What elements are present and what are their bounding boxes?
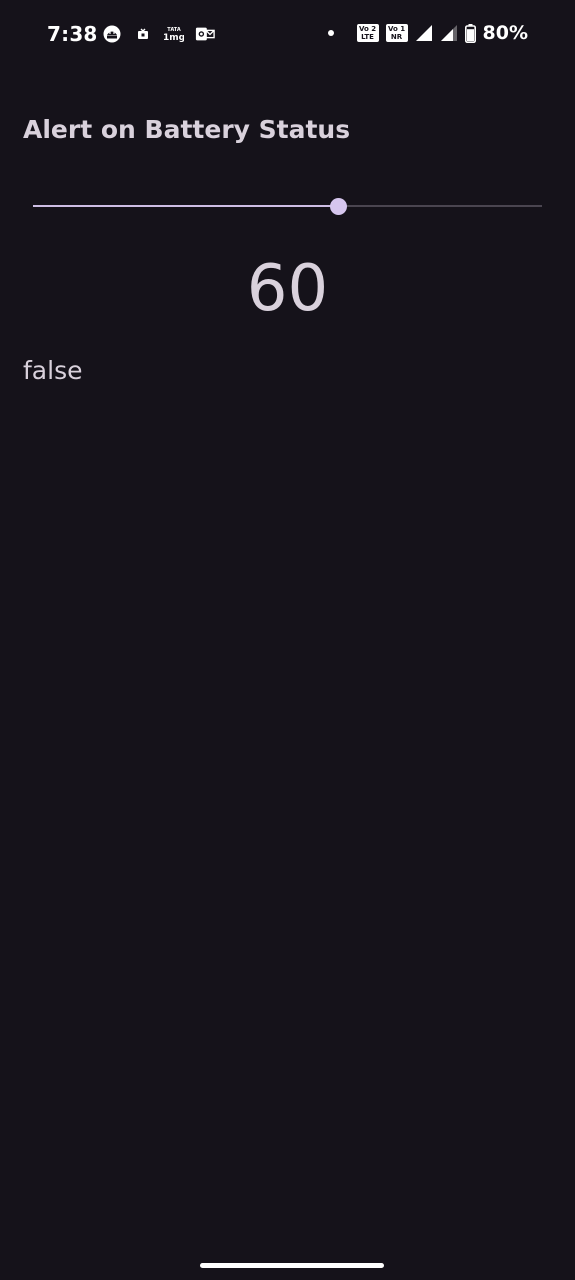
battery-percentage: 80% (482, 22, 528, 44)
system-status-icons: Vo 2 LTE Vo 1 NR 80% (327, 22, 528, 44)
media-icon (133, 24, 153, 44)
vonr-1-top-label: Vo 1 (387, 25, 406, 33)
slider-value-display: 60 (246, 252, 329, 326)
status-time: 7:38 (47, 22, 98, 46)
slider-active-track[interactable] (33, 205, 339, 207)
app-screen: 7:38 TATA 1mg Vo 2 LTE Vo 1 NR 80% Alert… (0, 0, 575, 1280)
vonr-1-bottom-label: NR (390, 33, 403, 41)
alert-status-text: false (23, 356, 83, 385)
status-bar: 7:38 TATA 1mg Vo 2 LTE Vo 1 NR 80% (0, 0, 575, 68)
home-gesture-bar[interactable] (200, 1263, 384, 1268)
android-app-icon (102, 24, 122, 44)
svg-text:1mg: 1mg (164, 33, 184, 43)
signal-strength-1-icon (415, 24, 433, 42)
signal-strength-2-icon (440, 24, 458, 42)
outlook-icon (195, 24, 215, 44)
battery-icon (464, 23, 476, 43)
notification-dot-icon (327, 30, 334, 36)
volte-2-top-label: Vo 2 (358, 25, 377, 33)
page-title: Alert on Battery Status (23, 115, 351, 144)
volte-2-bottom-label: LTE (361, 33, 374, 41)
volte-2-icon: Vo 2 LTE (356, 24, 379, 42)
slider-thumb[interactable] (330, 198, 348, 215)
battery-threshold-slider[interactable] (33, 190, 542, 222)
tata-1mg-icon: TATA 1mg (164, 24, 184, 44)
vonr-1-icon: Vo 1 NR (385, 24, 408, 42)
notification-icons: TATA 1mg (102, 24, 215, 44)
